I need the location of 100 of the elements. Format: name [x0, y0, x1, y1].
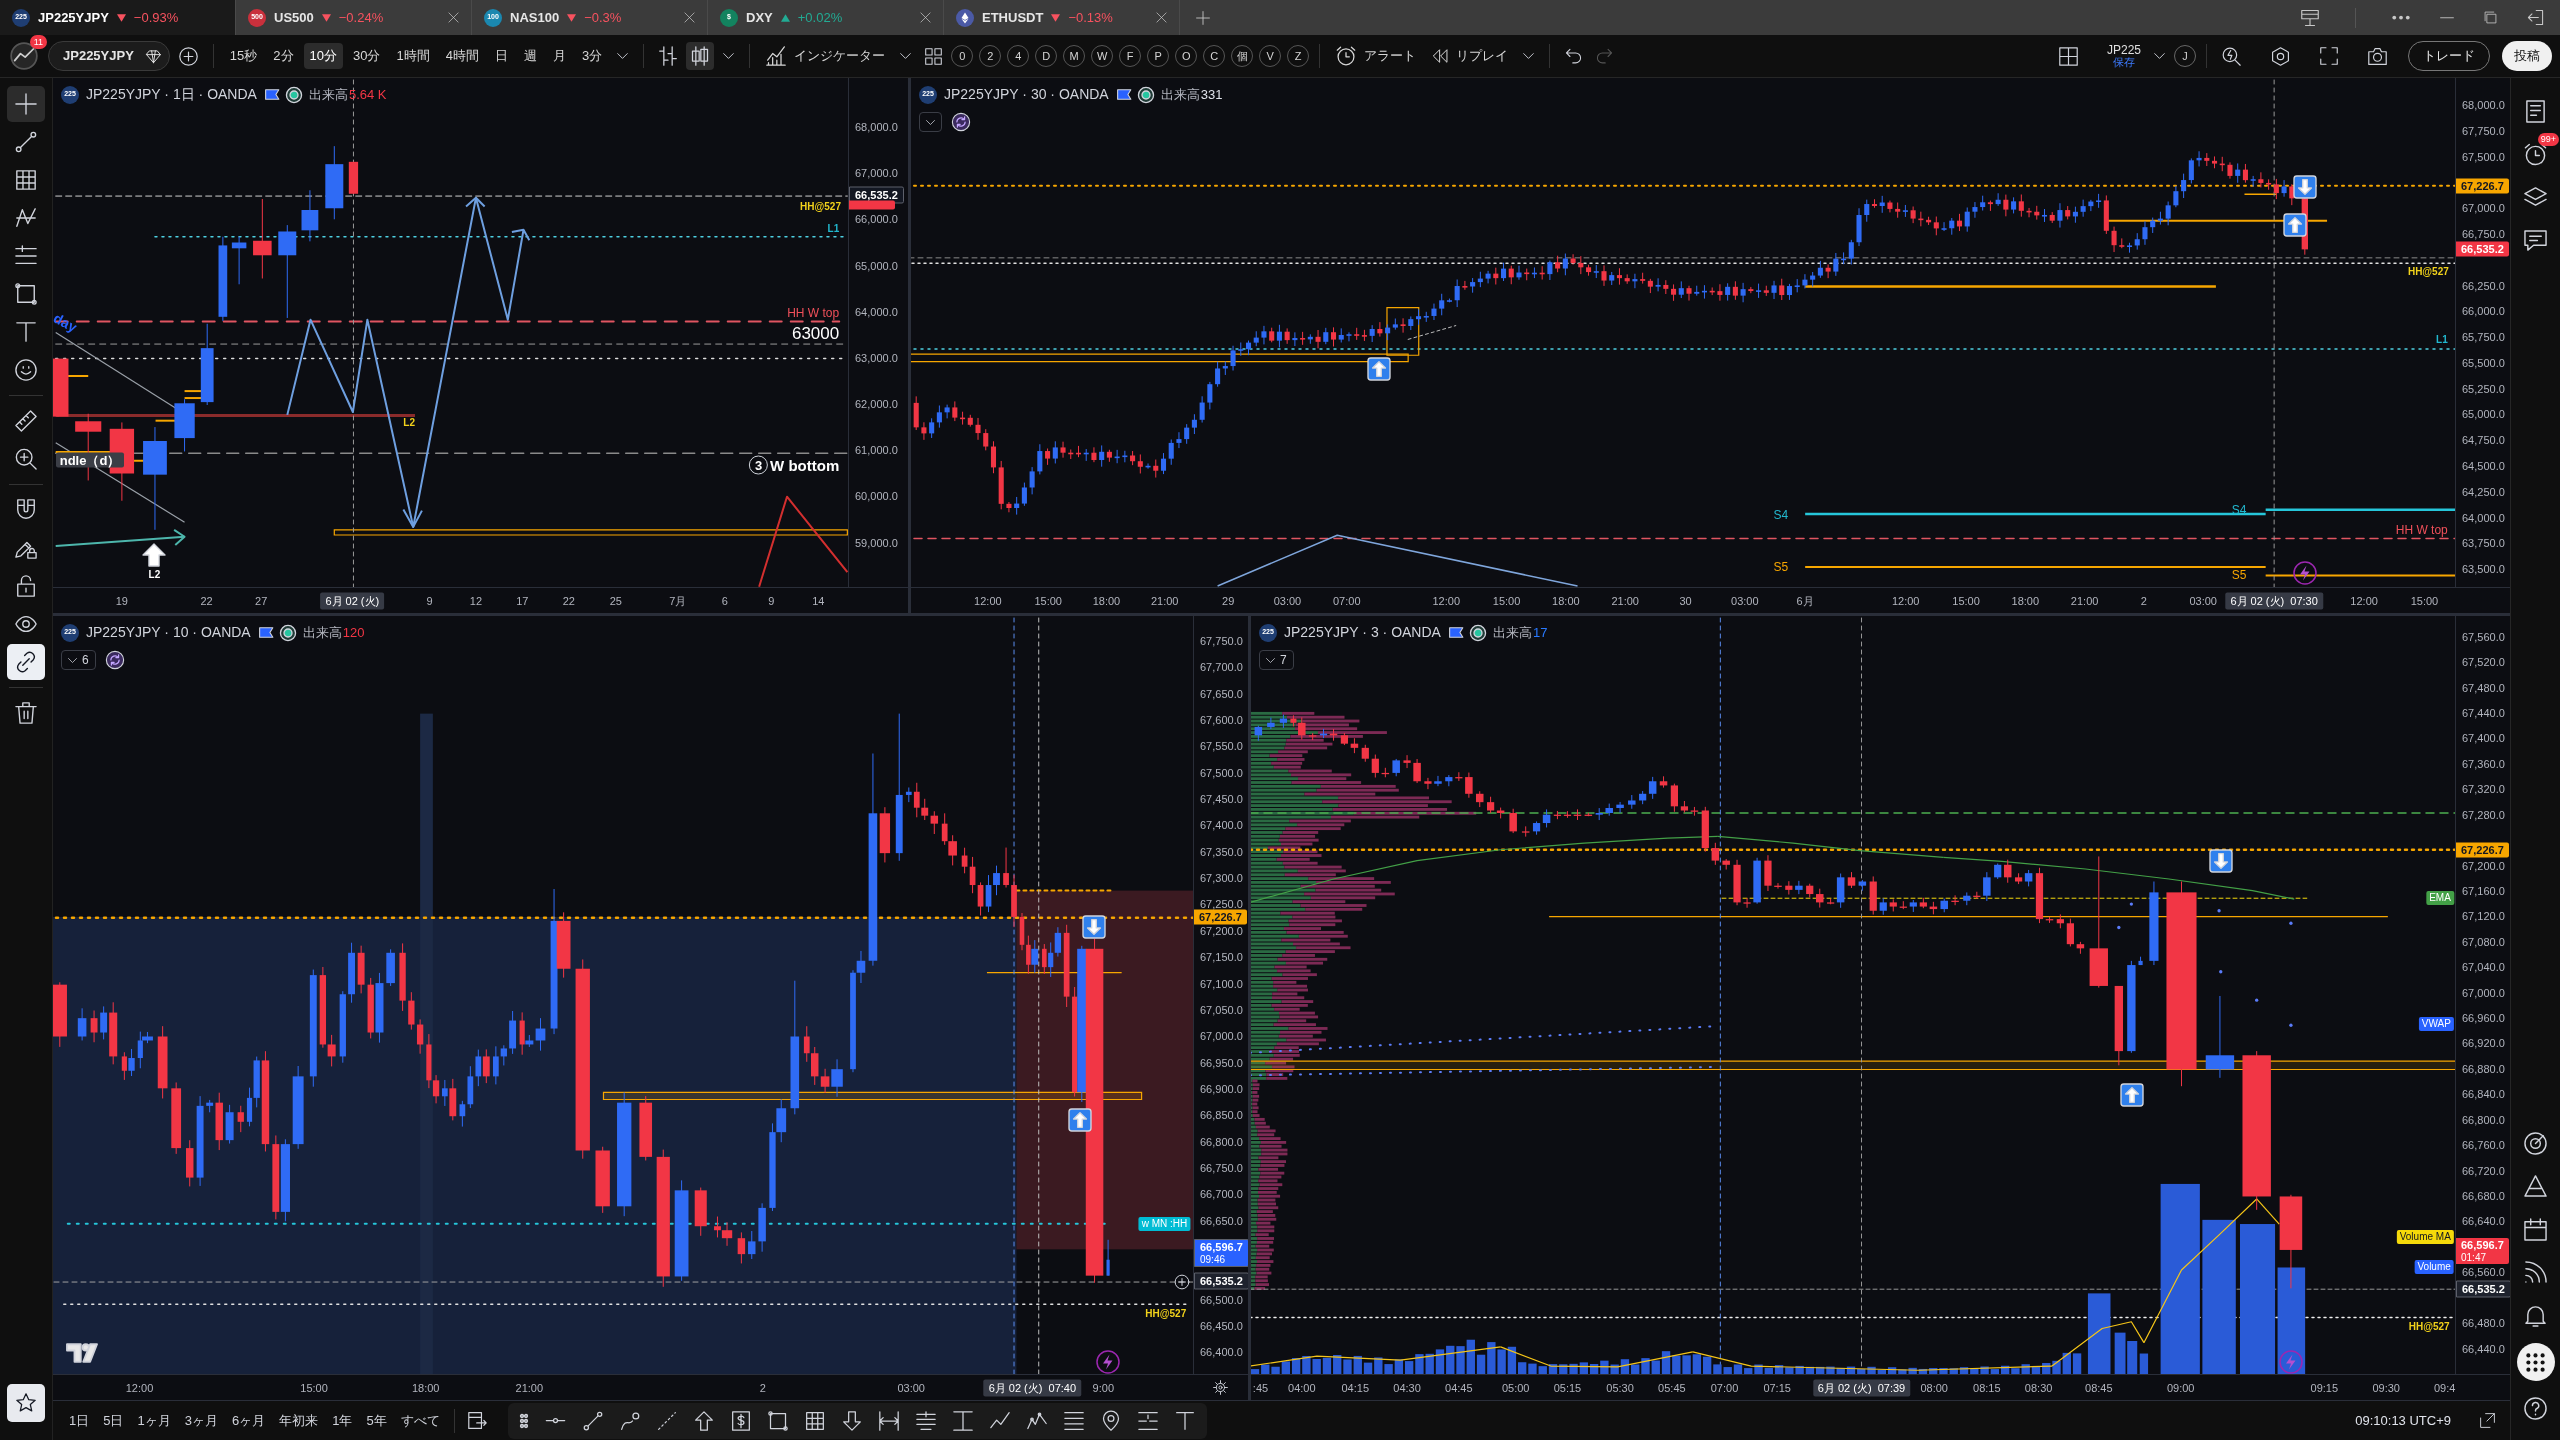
- pattern-icon[interactable]: [15, 207, 37, 229]
- lines-icon[interactable]: [915, 1410, 936, 1431]
- grid-icon[interactable]: [15, 169, 37, 191]
- go-to-date-icon[interactable]: [467, 1411, 487, 1430]
- chevron-down-icon[interactable]: [900, 53, 912, 59]
- undo-icon[interactable]: [1565, 47, 1583, 65]
- crosshair-tool-button[interactable]: [7, 86, 45, 122]
- grid-icon[interactable]: [804, 1410, 825, 1431]
- interval-button[interactable]: 15秒: [223, 43, 264, 69]
- publish-button[interactable]: 投稿: [2502, 41, 2552, 71]
- drag-handle-icon[interactable]: [519, 1413, 528, 1428]
- interval-button[interactable]: 10分: [303, 43, 343, 69]
- open-lock-icon[interactable]: [15, 575, 37, 597]
- width-range-icon[interactable]: [878, 1410, 899, 1431]
- range-button[interactable]: 1日: [63, 1406, 96, 1435]
- broadcast-icon[interactable]: [2524, 1261, 2547, 1284]
- bell-icon[interactable]: [2524, 1304, 2547, 1327]
- sign-out-icon[interactable]: [2527, 9, 2544, 26]
- apps-button[interactable]: [2516, 1343, 2555, 1381]
- arrow-up-icon[interactable]: [693, 1410, 714, 1431]
- restore-icon[interactable]: [2484, 11, 2497, 24]
- interval-button[interactable]: 週: [517, 43, 543, 69]
- dotted-line-icon[interactable]: [656, 1410, 677, 1431]
- alarm-clock-icon[interactable]: [2524, 143, 2547, 166]
- close-icon[interactable]: [448, 12, 459, 23]
- rectangle-icon[interactable]: [15, 283, 37, 305]
- smiley-icon[interactable]: [15, 359, 37, 381]
- arrow-down-icon[interactable]: [841, 1410, 862, 1431]
- dollar-icon[interactable]: [730, 1410, 751, 1431]
- chat-icon[interactable]: [2524, 229, 2547, 252]
- path-icon[interactable]: [619, 1410, 640, 1431]
- horizontal-line-icon[interactable]: [544, 1418, 566, 1423]
- rectangle-icon[interactable]: [767, 1410, 788, 1431]
- range-button[interactable]: 1年: [326, 1406, 359, 1435]
- settings-icon[interactable]: [2271, 46, 2290, 66]
- camera-icon[interactable]: [2368, 46, 2387, 66]
- target-icon[interactable]: [2524, 1132, 2547, 1155]
- grid-icon[interactable]: [925, 47, 943, 65]
- interval-button[interactable]: 1時間: [390, 43, 436, 69]
- search-icon[interactable]: [2222, 46, 2241, 66]
- help-icon[interactable]: [2524, 1397, 2547, 1420]
- fullscreen-icon[interactable]: [2320, 47, 2338, 65]
- calendar-icon[interactable]: [2524, 1218, 2547, 1241]
- layers-icon[interactable]: [2524, 186, 2547, 209]
- price-label: 67,350.0: [1200, 845, 1243, 859]
- map-pin-icon[interactable]: [1100, 1410, 1121, 1431]
- link-tool-button[interactable]: [7, 644, 45, 680]
- chevron-down-icon[interactable]: [617, 53, 629, 59]
- settings-icon[interactable]: [1212, 1380, 1228, 1395]
- trend-line-icon[interactable]: [582, 1410, 603, 1431]
- magnet-icon[interactable]: [15, 499, 37, 521]
- interval-button[interactable]: 2分: [267, 43, 300, 69]
- trash-icon[interactable]: [15, 702, 37, 724]
- interval-button[interactable]: 3分: [575, 43, 609, 69]
- alert-button[interactable]: アラート: [1330, 41, 1423, 71]
- expand-icon[interactable]: [2480, 1413, 2495, 1428]
- symbol-search-button[interactable]: JP225YJPY: [48, 41, 170, 71]
- zigzag-icon[interactable]: [989, 1410, 1010, 1431]
- replay-button[interactable]: リプレイ: [1426, 43, 1515, 69]
- chart-type-button[interactable]: [686, 42, 715, 70]
- range-button[interactable]: 1ヶ月: [131, 1406, 177, 1435]
- range-button[interactable]: すべて: [394, 1406, 446, 1435]
- range-button[interactable]: 5日: [97, 1406, 130, 1435]
- monitor-icon[interactable]: [2301, 8, 2319, 27]
- chevron-down-icon[interactable]: [1523, 53, 1535, 59]
- range-button[interactable]: 年初来: [273, 1406, 325, 1435]
- plus-icon[interactable]: [1196, 10, 1210, 25]
- interval-button[interactable]: 月: [546, 43, 572, 69]
- eye-icon[interactable]: [15, 613, 37, 635]
- close-icon[interactable]: [920, 12, 931, 23]
- chevron-down-icon[interactable]: [723, 53, 735, 59]
- indicators-button[interactable]: インジケーター: [760, 41, 892, 71]
- price-label: 67,150.0: [1200, 950, 1243, 964]
- layout-icon[interactable]: [2058, 46, 2078, 66]
- height-range-icon[interactable]: [952, 1410, 973, 1431]
- trend-line-icon[interactable]: [15, 131, 37, 153]
- close-icon[interactable]: [1156, 12, 1167, 23]
- minimize-icon[interactable]: [2440, 16, 2454, 19]
- text-icon[interactable]: [15, 321, 37, 343]
- range-button[interactable]: 6ヶ月: [225, 1406, 272, 1435]
- lines-icon[interactable]: [15, 245, 37, 267]
- pyramid-icon[interactable]: [2524, 1175, 2547, 1198]
- more-icon[interactable]: [2392, 15, 2410, 20]
- add-icon[interactable]: [178, 46, 198, 66]
- zoom-in-icon[interactable]: [15, 448, 37, 470]
- range-button[interactable]: 3ヶ月: [178, 1406, 224, 1435]
- layout-button[interactable]: JP225 保存: [2102, 43, 2145, 69]
- wave-pattern-icon[interactable]: [1026, 1410, 1047, 1431]
- interval-button[interactable]: 30分: [347, 43, 387, 69]
- chevron-down-icon[interactable]: [2154, 53, 2165, 59]
- favorites-button[interactable]: [7, 1384, 45, 1422]
- interval-button[interactable]: 日: [488, 43, 514, 69]
- range-button[interactable]: 5年: [360, 1406, 393, 1435]
- close-icon[interactable]: [684, 12, 695, 23]
- list-icon[interactable]: [2524, 100, 2547, 123]
- ruler-icon[interactable]: [15, 410, 37, 432]
- text-icon[interactable]: [1174, 1410, 1195, 1431]
- stacked-lines-icon[interactable]: [1063, 1410, 1084, 1431]
- lines-icon[interactable]: [1137, 1410, 1158, 1431]
- interval-button[interactable]: 4時間: [439, 43, 485, 69]
